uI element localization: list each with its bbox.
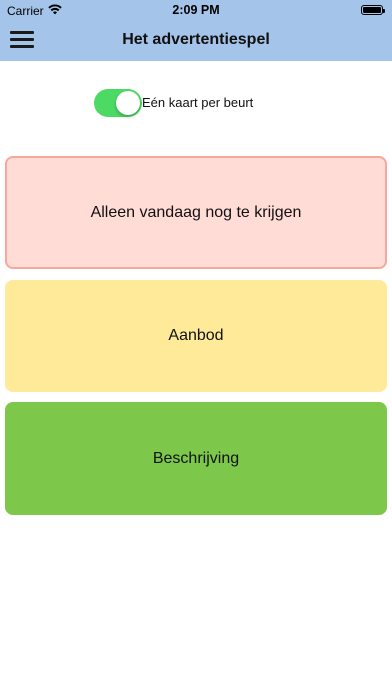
status-bar: Carrier 2:09 PM: [0, 0, 392, 20]
card-limited-offer[interactable]: Alleen vandaag nog te krijgen: [5, 156, 387, 269]
toggle-knob: [116, 91, 140, 115]
card-aanbod[interactable]: Aanbod: [5, 280, 387, 392]
toggle-label: Eén kaart per beurt: [142, 95, 254, 110]
app-header: Carrier 2:09 PM Het advertentiespel: [0, 0, 392, 61]
status-time: 2:09 PM: [172, 3, 220, 17]
page-title: Het advertentiespel: [122, 31, 270, 48]
one-card-per-turn-toggle[interactable]: [94, 89, 142, 117]
battery-icon: [361, 5, 385, 15]
card-beschrijving[interactable]: Beschrijving: [5, 402, 387, 515]
